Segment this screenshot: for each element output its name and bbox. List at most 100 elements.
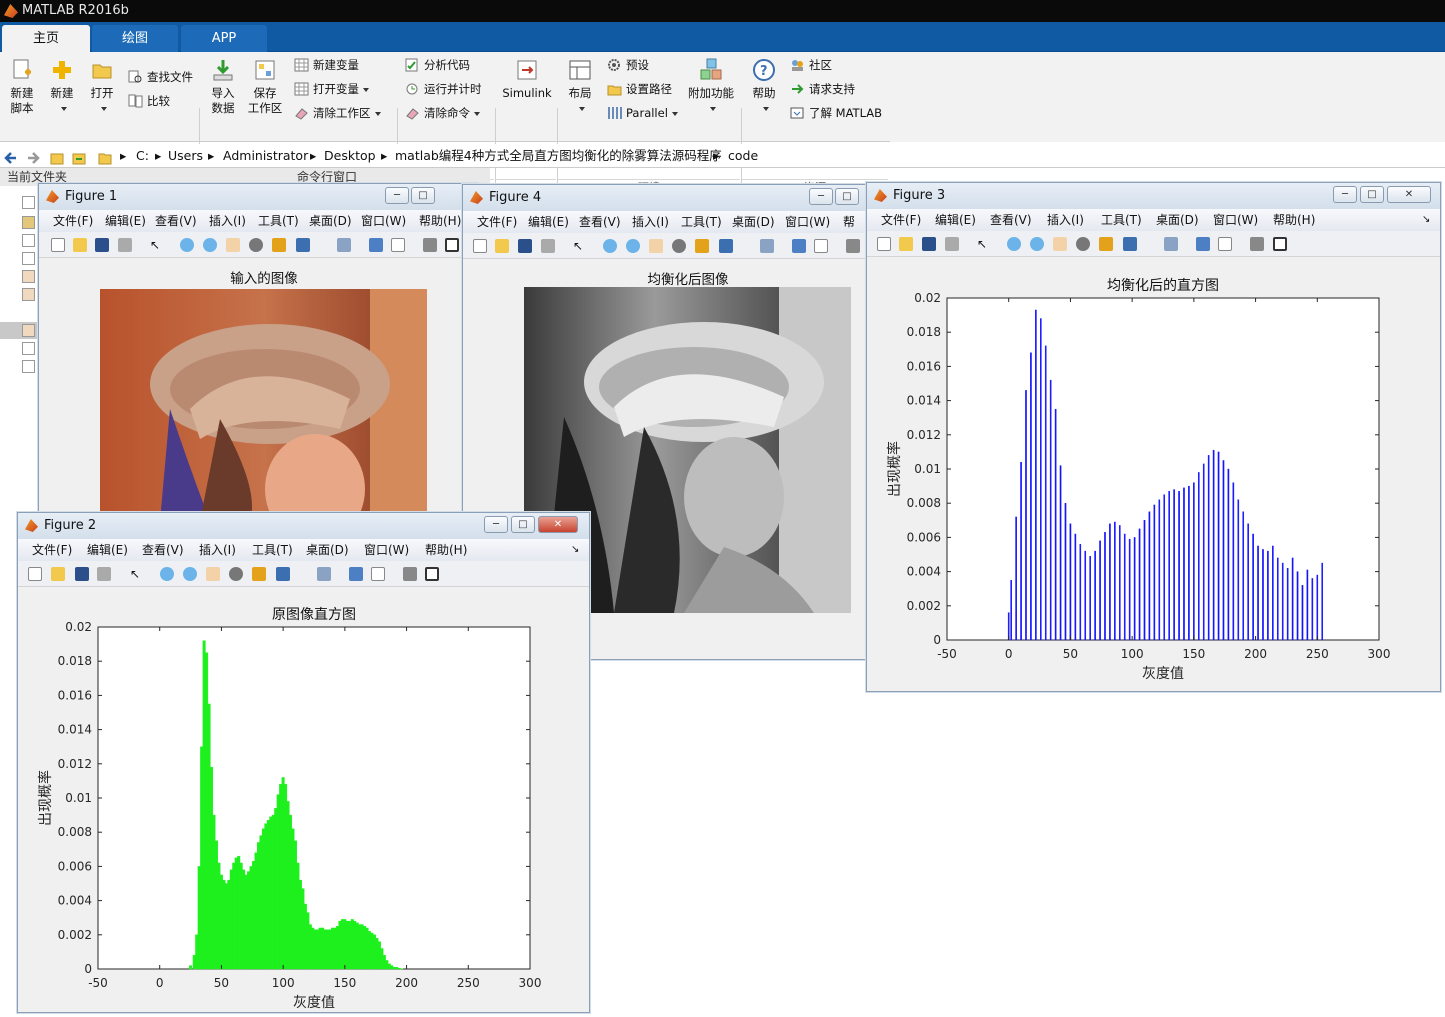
show-plot-tools-icon[interactable] xyxy=(445,238,459,252)
pointer-icon[interactable]: ↖ xyxy=(573,239,587,253)
hide-plot-tools-icon[interactable] xyxy=(846,239,860,253)
rotate-icon[interactable] xyxy=(1076,237,1090,251)
brush-icon[interactable] xyxy=(1123,237,1137,251)
zoom-out-icon[interactable] xyxy=(1030,237,1044,251)
compare-button[interactable]: 比较 xyxy=(128,92,170,110)
zoom-out-icon[interactable] xyxy=(626,239,640,253)
figure-titlebar[interactable]: Figure 1 ─ □ xyxy=(39,184,477,210)
open-file-icon[interactable] xyxy=(51,567,65,581)
parallel-button[interactable]: Parallel xyxy=(607,104,678,122)
addons-button[interactable]: 附加功能 xyxy=(686,58,736,116)
link-plot-icon[interactable] xyxy=(317,567,331,581)
open-variable-button[interactable]: 打开变量 xyxy=(294,80,369,98)
open-file-icon[interactable] xyxy=(73,238,87,252)
forward-arrow-icon[interactable] xyxy=(26,149,40,163)
minimize-button[interactable]: ─ xyxy=(484,516,508,533)
path-segment[interactable]: matlab编程4种方式全局直方图均衡化的除雾算法源码程序 xyxy=(395,144,722,168)
data-cursor-icon[interactable] xyxy=(272,238,286,252)
figure-window[interactable]: Figure 2 ─ □ ✕ 文件(F) 编辑(E) 查看(V) 插入(I) 工… xyxy=(17,512,590,1013)
print-icon[interactable] xyxy=(118,238,132,252)
colorbar-icon[interactable] xyxy=(369,238,383,252)
zoom-out-icon[interactable] xyxy=(203,238,217,252)
back-arrow-icon[interactable] xyxy=(4,149,18,163)
brush-icon[interactable] xyxy=(719,239,733,253)
save-icon[interactable] xyxy=(75,567,89,581)
import-data-button[interactable]: 导入 数据 xyxy=(207,58,239,116)
menu-view[interactable]: 查看(V) xyxy=(990,209,1032,231)
menu-edit[interactable]: 编辑(E) xyxy=(935,209,976,231)
layout-button[interactable]: 布局 xyxy=(564,58,596,116)
maximize-button[interactable]: □ xyxy=(511,516,535,533)
pointer-icon[interactable]: ↖ xyxy=(150,238,164,252)
open-button[interactable]: 打开 xyxy=(86,58,118,116)
menu-desktop[interactable]: 桌面(D) xyxy=(306,539,349,561)
menu-help[interactable]: 帮助(H) xyxy=(425,539,467,561)
pointer-icon[interactable]: ↖ xyxy=(130,567,144,581)
menu-edit[interactable]: 编辑(E) xyxy=(105,210,146,232)
tab-plots[interactable]: 绘图 xyxy=(92,25,178,52)
hide-plot-tools-icon[interactable] xyxy=(423,238,437,252)
save-icon[interactable] xyxy=(95,238,109,252)
menu-file[interactable]: 文件(F) xyxy=(477,211,517,233)
minimize-button[interactable]: ─ xyxy=(385,187,409,204)
clear-workspace-button[interactable]: 清除工作区 xyxy=(294,104,381,122)
open-file-icon[interactable] xyxy=(899,237,913,251)
menu-insert[interactable]: 插入(I) xyxy=(209,210,246,232)
data-cursor-icon[interactable] xyxy=(252,567,266,581)
menu-file[interactable]: 文件(F) xyxy=(881,209,921,231)
save-icon[interactable] xyxy=(922,237,936,251)
menu-tools[interactable]: 工具(T) xyxy=(252,539,293,561)
hide-plot-tools-icon[interactable] xyxy=(403,567,417,581)
brush-icon[interactable] xyxy=(276,567,290,581)
clear-commands-button[interactable]: 清除命令 xyxy=(405,104,480,122)
print-icon[interactable] xyxy=(541,239,555,253)
colorbar-icon[interactable] xyxy=(349,567,363,581)
figure-titlebar[interactable]: Figure 3 ─ □ ✕ xyxy=(867,183,1440,209)
rotate-icon[interactable] xyxy=(672,239,686,253)
brush-icon[interactable] xyxy=(296,238,310,252)
show-plot-tools-icon[interactable] xyxy=(425,567,439,581)
menu-desktop[interactable]: 桌面(D) xyxy=(1156,209,1199,231)
up-folder-icon[interactable] xyxy=(50,149,64,163)
minimize-button[interactable]: ─ xyxy=(1333,186,1357,203)
colorbar-icon[interactable] xyxy=(1196,237,1210,251)
figure-titlebar[interactable]: Figure 2 ─ □ ✕ xyxy=(18,513,589,539)
new-script-button[interactable]: 新建 脚本 xyxy=(6,58,38,116)
path-segment[interactable]: code xyxy=(728,144,758,168)
learn-matlab-button[interactable]: 了解 MATLAB xyxy=(790,104,882,122)
figure-titlebar[interactable]: Figure 4 ─ □ xyxy=(463,185,866,211)
menu-tools[interactable]: 工具(T) xyxy=(681,211,722,233)
zoom-out-icon[interactable] xyxy=(183,567,197,581)
pan-hand-icon[interactable] xyxy=(1053,237,1067,251)
hide-plot-tools-icon[interactable] xyxy=(1250,237,1264,251)
figure-window[interactable]: Figure 1 ─ □ 文件(F) 编辑(E) 查看(V) 插入(I) 工具(… xyxy=(38,183,478,523)
path-segment[interactable]: C: xyxy=(136,144,149,168)
tab-apps[interactable]: APP xyxy=(181,25,267,52)
menu-help[interactable]: 帮助(H) xyxy=(1273,209,1315,231)
legend-icon[interactable] xyxy=(371,567,385,581)
path-segment[interactable]: Users xyxy=(168,144,203,168)
rotate-icon[interactable] xyxy=(249,238,263,252)
new-variable-button[interactable]: 新建变量 xyxy=(294,56,359,74)
menu-tools[interactable]: 工具(T) xyxy=(258,210,299,232)
find-files-button[interactable]: 查找文件 xyxy=(128,68,193,86)
minimize-button[interactable]: ─ xyxy=(809,188,833,205)
open-file-icon[interactable] xyxy=(495,239,509,253)
show-plot-tools-icon[interactable] xyxy=(1273,237,1287,251)
zoom-in-icon[interactable] xyxy=(1007,237,1021,251)
data-cursor-icon[interactable] xyxy=(695,239,709,253)
zoom-in-icon[interactable] xyxy=(180,238,194,252)
menu-file[interactable]: 文件(F) xyxy=(32,539,72,561)
menu-help[interactable]: 帮 xyxy=(843,211,855,233)
new-figure-icon[interactable] xyxy=(877,237,891,251)
menu-tools[interactable]: 工具(T) xyxy=(1101,209,1142,231)
menu-window[interactable]: 窗口(W) xyxy=(1213,209,1258,231)
menu-edit[interactable]: 编辑(E) xyxy=(528,211,569,233)
zoom-in-icon[interactable] xyxy=(160,567,174,581)
run-and-time-button[interactable]: 运行并计时 xyxy=(405,80,482,98)
browse-folder-icon[interactable] xyxy=(72,149,86,163)
set-path-button[interactable]: 设置路径 xyxy=(607,80,672,98)
print-icon[interactable] xyxy=(97,567,111,581)
print-icon[interactable] xyxy=(945,237,959,251)
menu-file[interactable]: 文件(F) xyxy=(53,210,93,232)
